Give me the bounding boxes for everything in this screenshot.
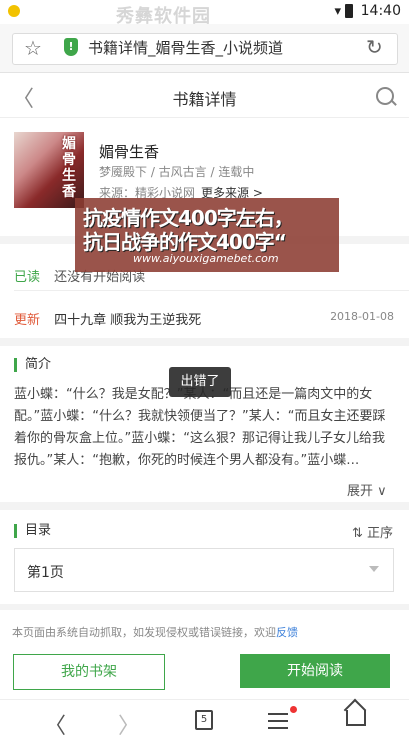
update-label: 更新 [14,313,41,328]
intro-heading: 简介 [14,358,51,372]
wifi-icon: ▾ [334,4,341,19]
book-name: 媚骨生香 [99,143,160,161]
battery-icon [345,4,353,18]
book-meta: 梦魇殿下 / 古风古言 / 连载中 [99,165,255,179]
overlay-ad[interactable]: 抗疫情作文400字左右， 抗日战争的作文400字“ www.aiyouxigam… [75,198,339,272]
read-label: 已读 [14,270,41,285]
error-toast: 出错了 [169,367,231,397]
page-header: 〈 书籍详情 [0,73,409,118]
bookmark-star-icon[interactable]: ☆ [24,36,42,60]
update-date: 2018-01-08 [330,310,394,323]
divider [0,604,409,610]
book-cover[interactable]: 媚骨生香 [14,132,84,208]
page-select-value: 第1页 [27,565,64,581]
ad-line-2: 抗日战争的作文400字“ [83,230,287,254]
sort-toggle[interactable]: ⇅ 正序 [352,522,393,541]
read-value: 还没有开始阅读 [54,270,146,285]
address-title[interactable]: 书籍详情_媚骨生香_小说频道 [88,37,283,58]
chevron-down-icon [369,566,379,572]
latest-update-row[interactable]: 更新 四十九章 顺我为王逆我死 2018-01-08 [14,309,394,328]
address-bar: ☆ ! 书籍详情_媚骨生香_小说频道 ↻ [0,24,409,73]
status-time: 14:40 [360,3,401,19]
divider [0,338,409,346]
tabs-icon[interactable]: 5 [195,710,213,730]
divider [14,290,409,291]
status-bar: 秀彝软件园 ▾ 14:40 [0,0,409,27]
notification-dot [290,706,297,713]
notice-text: 本页面由系统自动抓取，如发现侵权或错误链接，欢迎 [12,626,276,639]
start-reading-button[interactable]: 开始阅读 [240,654,390,688]
nav-forward-icon[interactable]: 〉 [118,708,140,740]
browser-bottom-nav: 〈 〉 5 [0,699,409,740]
nav-back-icon[interactable]: 〈 [44,708,66,740]
footer-notice: 本页面由系统自动抓取，如发现侵权或错误链接，欢迎反馈 [12,624,298,640]
expand-button[interactable]: 展开 ∨ [347,480,387,499]
feedback-link[interactable]: 反馈 [276,626,298,639]
reload-icon[interactable]: ↻ [366,35,383,59]
security-shield-icon[interactable]: ! [64,38,78,56]
catalog-heading: 目录 [14,524,51,538]
menu-icon[interactable] [268,713,288,734]
divider [0,502,409,510]
search-icon[interactable] [376,87,394,105]
my-bookshelf-button[interactable]: 我的书架 [13,654,165,690]
ad-url: www.aiyouxigamebet.com [133,252,279,265]
weather-icon [8,5,20,17]
update-chapter: 四十九章 顺我为王逆我死 [54,313,202,328]
intro-text: 蓝小蝶：“什么？我是女配？”某人：“而且还是一篇肉文中的女配。”蓝小蝶：“什么？… [14,387,386,468]
cover-title: 媚骨生香 [62,136,76,200]
page-title: 书籍详情 [172,90,237,109]
page-select[interactable]: 第1页 [14,548,394,592]
home-icon[interactable] [346,710,366,726]
